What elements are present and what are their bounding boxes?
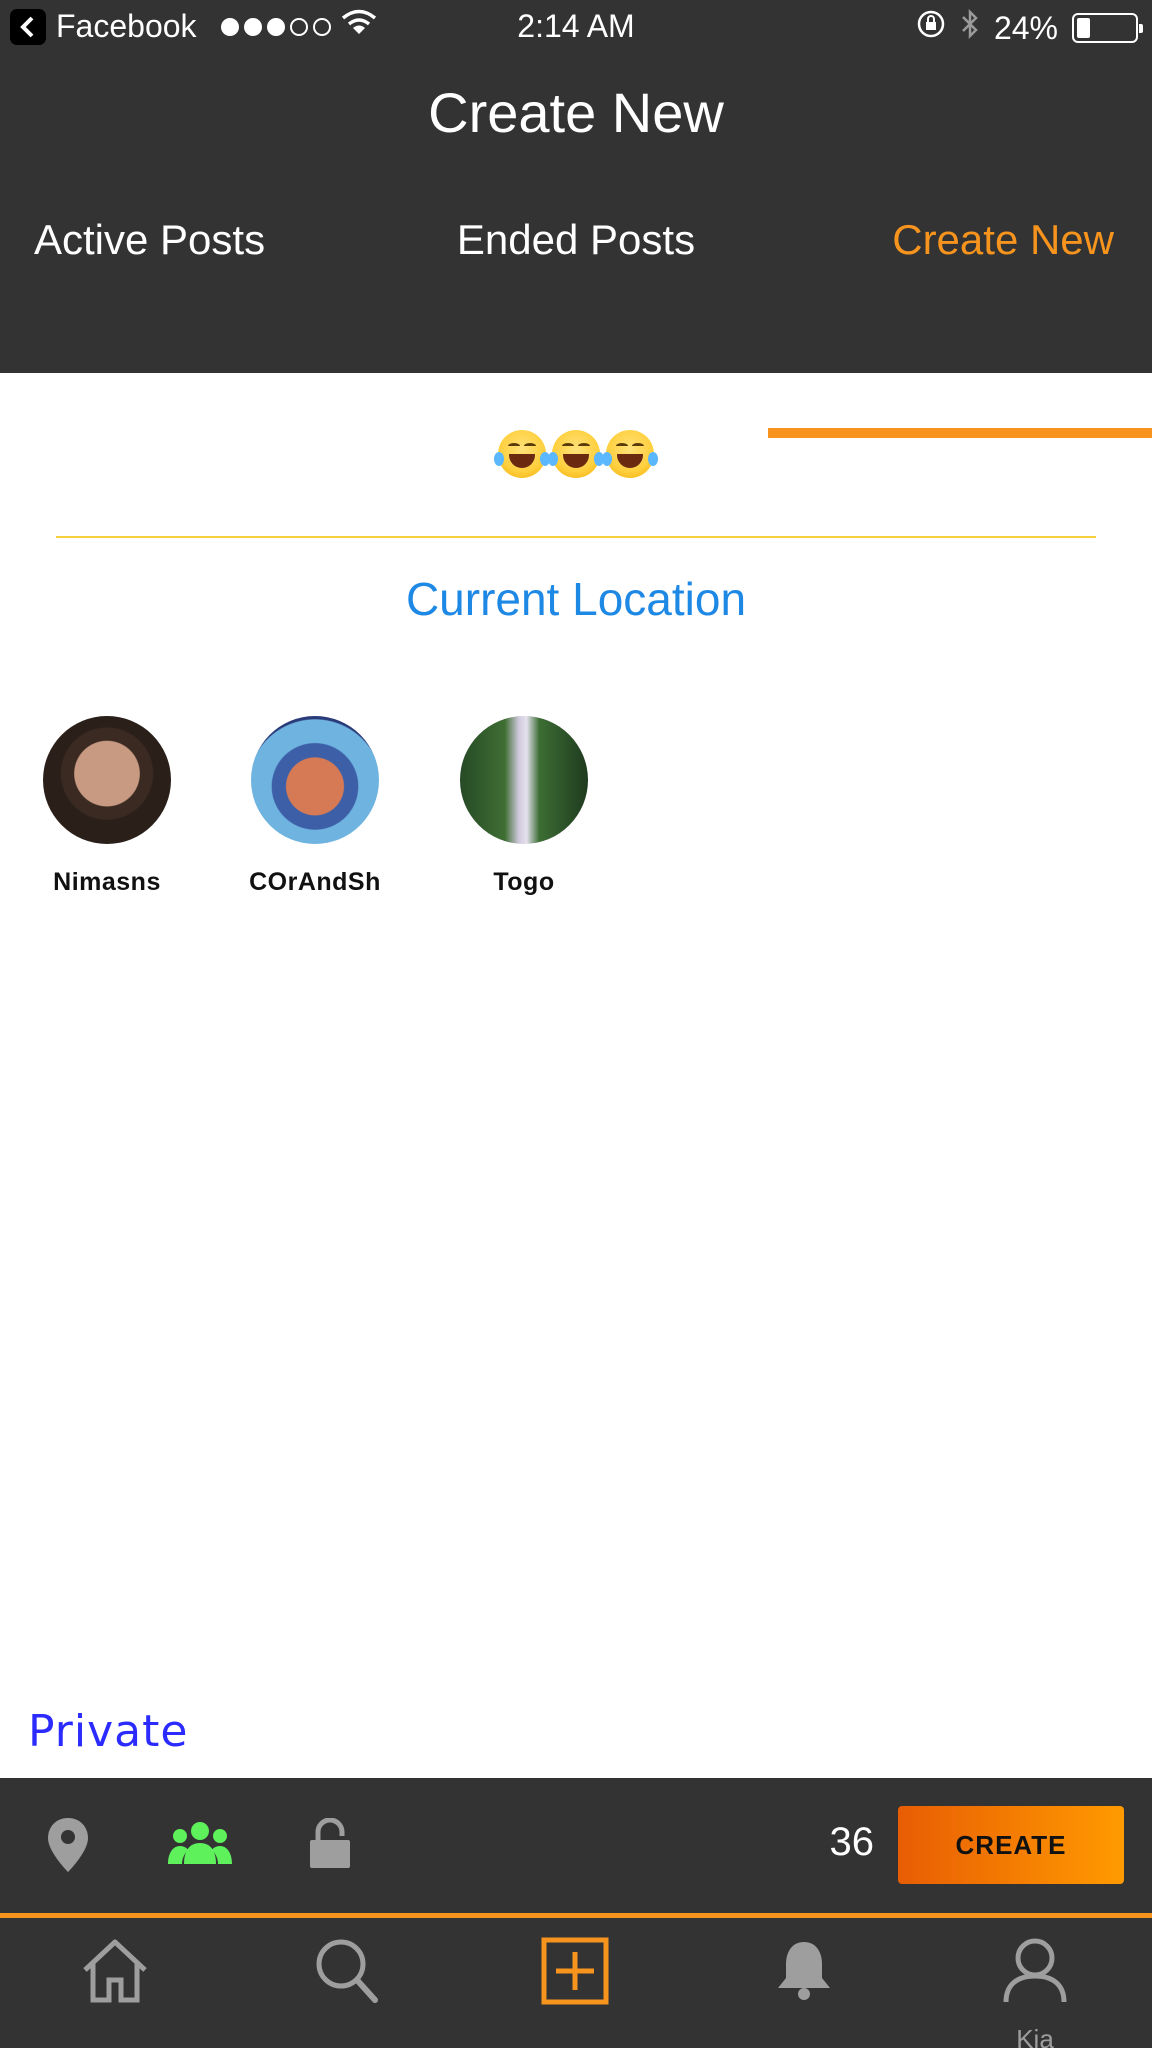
profile-icon bbox=[1000, 1938, 1070, 2008]
person-name: Togo bbox=[493, 868, 555, 896]
bottom-tab-bar: Kia bbox=[0, 1913, 1152, 2048]
home-icon bbox=[79, 1939, 151, 2008]
group-icon[interactable] bbox=[168, 1820, 232, 1871]
bell-icon bbox=[774, 1942, 834, 2006]
person-name: Nimasns bbox=[53, 868, 161, 896]
character-count: 36 bbox=[829, 1820, 875, 1864]
lock-icon[interactable] bbox=[308, 1817, 352, 1875]
location-pin-icon[interactable] bbox=[46, 1816, 90, 1879]
tagged-person[interactable]: Nimasns bbox=[17, 716, 197, 897]
current-location-link[interactable]: Current Location bbox=[0, 572, 1152, 626]
bluetooth-icon bbox=[960, 8, 980, 48]
battery-percent: 24% bbox=[993, 9, 1058, 46]
create-button[interactable]: CREATE bbox=[898, 1806, 1124, 1884]
status-right: 24% bbox=[916, 8, 1143, 48]
status-bar: Facebook 2:14 AM 24% bbox=[0, 0, 1152, 56]
post-action-bar: 36 CREATE bbox=[0, 1778, 1152, 1913]
tagged-people-list: Nimasns COrAndSh Togo bbox=[0, 716, 1152, 906]
add-post-icon bbox=[540, 1937, 610, 2010]
profile-label: Kia bbox=[1016, 2024, 1054, 2048]
laughing-emoji-icon bbox=[494, 430, 550, 478]
post-text[interactable]: 😂😂😂 bbox=[0, 430, 1152, 478]
tagged-person[interactable]: Togo bbox=[434, 716, 614, 897]
search-icon bbox=[311, 1939, 383, 2008]
tab-search[interactable] bbox=[297, 1936, 397, 2046]
screen: Facebook 2:14 AM 24% Create New Active P… bbox=[0, 0, 1152, 2048]
battery-icon bbox=[1072, 13, 1143, 43]
tagged-person[interactable]: COrAndSh bbox=[225, 716, 405, 897]
avatar bbox=[43, 716, 171, 844]
tab-profile[interactable]: Kia bbox=[985, 1936, 1085, 2048]
tab-create-new[interactable]: Create New bbox=[768, 206, 1152, 286]
tab-active-posts[interactable]: Active Posts bbox=[0, 206, 288, 286]
laughing-emoji-icon bbox=[602, 430, 658, 478]
divider bbox=[56, 536, 1096, 538]
tab-home[interactable] bbox=[65, 1936, 165, 2046]
page-title: Create New bbox=[428, 81, 724, 144]
person-name: COrAndSh bbox=[249, 868, 381, 896]
tab-notifications[interactable] bbox=[754, 1936, 854, 2046]
header: Create New Active Posts Ended Posts Crea… bbox=[0, 56, 1152, 501]
tab-ended-posts[interactable]: Ended Posts bbox=[384, 206, 768, 286]
rotation-lock-icon bbox=[916, 9, 946, 47]
avatar bbox=[460, 716, 588, 844]
avatar bbox=[251, 716, 379, 844]
laughing-emoji-icon bbox=[548, 430, 604, 478]
tab-create[interactable] bbox=[525, 1936, 625, 2046]
privacy-label: Private bbox=[28, 1706, 189, 1757]
tab-bar-top: Active Posts Ended Posts Create New Chec… bbox=[0, 206, 1152, 501]
